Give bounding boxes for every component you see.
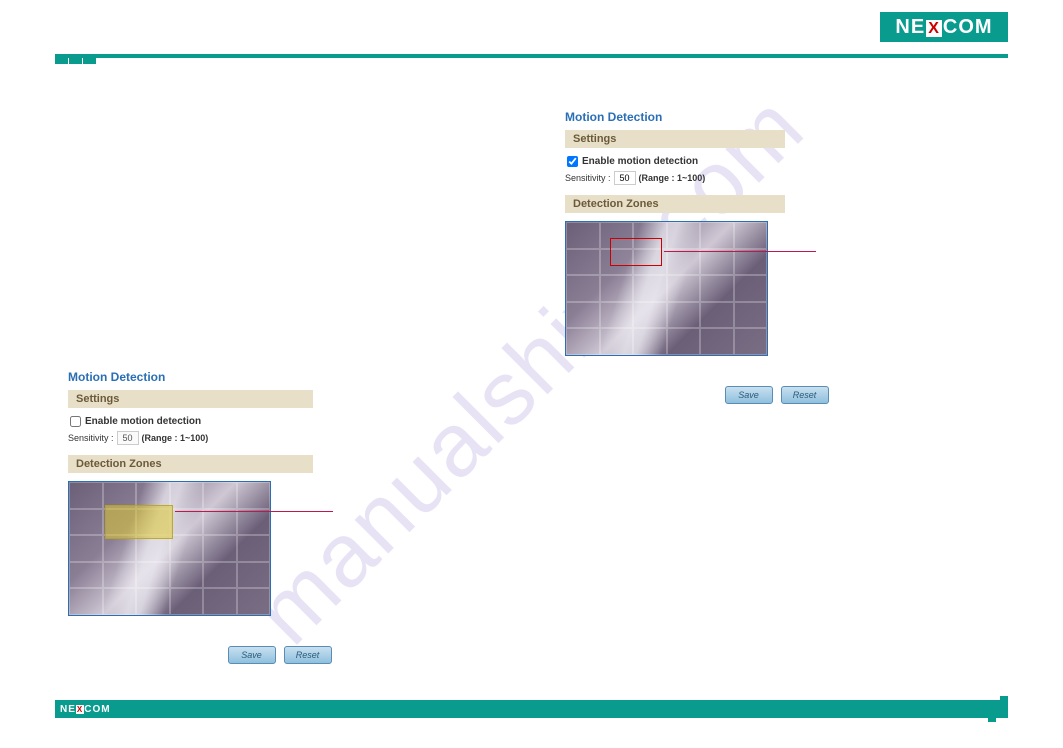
button-row: Save Reset (178, 646, 381, 664)
footer-band (55, 700, 1008, 718)
save-button[interactable]: Save (228, 646, 276, 664)
settings-header: Settings (565, 130, 785, 148)
panel-title: Motion Detection (68, 370, 378, 384)
enable-motion-label: Enable motion detection (85, 416, 201, 427)
sensitivity-label: Sensitivity : (565, 173, 611, 183)
zones-header: Detection Zones (68, 455, 313, 473)
footer-accent-squares (988, 700, 1008, 718)
brand-logo-footer: NEXCOM (60, 704, 111, 715)
brand-logo-text: NEXCOM (895, 16, 992, 39)
reset-button[interactable]: Reset (781, 386, 829, 404)
zone-grid (69, 482, 270, 615)
motion-detection-panel-right: Motion Detection Settings Enable motion … (565, 110, 875, 404)
sensitivity-label: Sensitivity : (68, 433, 114, 443)
panel-title: Motion Detection (565, 110, 875, 124)
enable-motion-checkbox[interactable] (70, 416, 81, 427)
enable-motion-label: Enable motion detection (582, 156, 698, 167)
enable-motion-checkbox[interactable] (567, 156, 578, 167)
brand-logo-top: NEXCOM (880, 12, 1008, 42)
callout-line-left (175, 511, 333, 512)
motion-detection-panel-left: Motion Detection Settings Enable motion … (68, 370, 378, 664)
selected-zone-yellow[interactable] (105, 505, 173, 539)
enable-motion-row: Enable motion detection (68, 416, 378, 427)
zones-header: Detection Zones (565, 195, 785, 213)
reset-button[interactable]: Reset (284, 646, 332, 664)
header-accent-squares (55, 54, 97, 64)
settings-header: Settings (68, 390, 313, 408)
sensitivity-input[interactable] (614, 171, 636, 185)
header-divider (55, 54, 1008, 58)
detection-zone-preview[interactable] (565, 221, 768, 356)
selected-zone-red[interactable] (610, 238, 662, 266)
detection-zone-preview[interactable] (68, 481, 271, 616)
sensitivity-row: Sensitivity : (Range : 1~100) (68, 431, 378, 445)
sensitivity-range: (Range : 1~100) (639, 173, 706, 183)
enable-motion-row: Enable motion detection (565, 156, 875, 167)
button-row: Save Reset (675, 386, 878, 404)
sensitivity-input[interactable] (117, 431, 139, 445)
sensitivity-range: (Range : 1~100) (142, 433, 209, 443)
sensitivity-row: Sensitivity : (Range : 1~100) (565, 171, 875, 185)
zone-grid (566, 222, 767, 355)
callout-line-right (664, 251, 816, 252)
save-button[interactable]: Save (725, 386, 773, 404)
